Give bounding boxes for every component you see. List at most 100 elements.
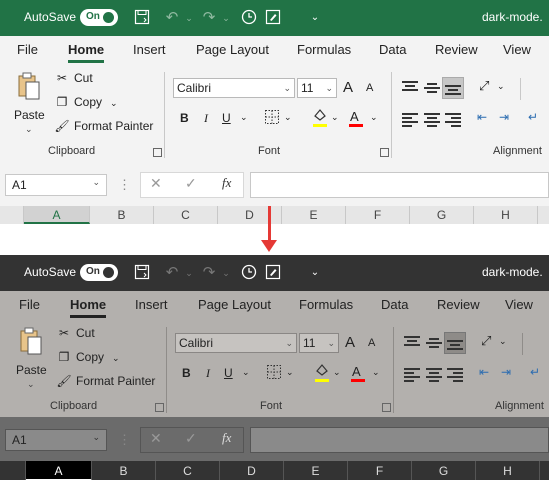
wrap-text-icon[interactable]: ↵ <box>530 365 540 379</box>
bold-button[interactable]: B <box>182 366 191 380</box>
column-header-d[interactable]: D <box>218 206 282 224</box>
select-all-corner[interactable] <box>0 206 24 224</box>
align-top-icon[interactable] <box>404 335 420 349</box>
tab-view[interactable]: View <box>503 42 531 57</box>
autosave-toggle[interactable]: On <box>80 264 118 281</box>
column-header-h[interactable]: H <box>476 461 540 480</box>
font-name-select[interactable]: Calibri ⌄ <box>173 78 295 98</box>
column-header-c[interactable]: C <box>154 206 218 224</box>
align-right-icon[interactable] <box>445 112 461 127</box>
tab-review[interactable]: Review <box>435 42 478 57</box>
font-size-select[interactable]: 11 ⌄ <box>299 333 339 353</box>
autorecover-clock-icon[interactable] <box>240 9 258 27</box>
column-header-b[interactable]: B <box>92 461 156 480</box>
undo-icon[interactable]: ↶ <box>163 9 181 27</box>
font-name-select[interactable]: Calibri ⌄ <box>175 333 297 353</box>
font-size-select[interactable]: 11 ⌄ <box>297 78 337 98</box>
fill-color-icon[interactable] <box>314 363 330 380</box>
align-left-icon[interactable] <box>404 367 420 382</box>
align-center-icon[interactable] <box>426 367 442 382</box>
column-header-h[interactable]: H <box>474 206 538 224</box>
enter-icon[interactable]: ✓ <box>185 175 197 192</box>
font-color-icon[interactable]: A <box>350 109 359 124</box>
cancel-icon[interactable]: ✕ <box>150 175 162 192</box>
copy-dropdown-icon[interactable]: ⌄ <box>112 353 120 363</box>
orientation-icon[interactable]: ⤢ <box>481 333 491 349</box>
cancel-icon[interactable]: ✕ <box>150 430 162 447</box>
enter-icon[interactable]: ✓ <box>185 430 197 447</box>
insert-function-icon[interactable]: fx <box>222 175 231 191</box>
bold-button[interactable]: B <box>180 111 189 125</box>
font-color-icon[interactable]: A <box>352 364 361 379</box>
tab-insert[interactable]: Insert <box>133 42 166 57</box>
cut-button[interactable]: ✂ Cut <box>56 326 95 344</box>
align-left-icon[interactable] <box>402 112 418 127</box>
clipboard-launcher-icon[interactable] <box>153 148 162 157</box>
column-header-a[interactable]: A <box>24 206 90 224</box>
paste-button[interactable]: Paste ⌄ <box>12 72 46 142</box>
copy-button[interactable]: ❐ Copy ⌄ <box>54 95 118 113</box>
undo-icon[interactable]: ↶ <box>163 264 181 282</box>
italic-button[interactable]: I <box>204 111 208 126</box>
name-box[interactable]: A1 ⌄ <box>5 429 107 451</box>
column-header-e[interactable]: E <box>284 461 348 480</box>
tab-home[interactable]: Home <box>68 42 105 63</box>
column-header-e[interactable]: E <box>282 206 346 224</box>
autorecover-clock-icon[interactable] <box>240 264 258 282</box>
format-painter-button[interactable]: 🖌 Format Painter <box>56 374 155 392</box>
paste-dropdown-icon[interactable]: ⌄ <box>25 124 33 135</box>
tab-page-layout[interactable]: Page Layout <box>196 42 269 57</box>
wrap-text-icon[interactable]: ↵ <box>528 110 538 124</box>
redo-dropdown-icon[interactable]: ⌄ <box>217 264 235 282</box>
tab-formulas[interactable]: Formulas <box>297 42 351 57</box>
orientation-dropdown-icon[interactable]: ⌄ <box>499 336 507 347</box>
decrease-indent-icon[interactable]: ⇤ <box>479 365 489 379</box>
resize-handle-icon[interactable]: ⋮ <box>118 177 131 193</box>
align-right-icon[interactable] <box>447 367 463 382</box>
column-header-g[interactable]: G <box>412 461 476 480</box>
align-top-icon[interactable] <box>402 80 418 94</box>
underline-dropdown-icon[interactable]: ⌄ <box>240 112 248 123</box>
paste-button[interactable]: Paste ⌄ <box>14 327 48 397</box>
fill-dropdown-icon[interactable]: ⌄ <box>333 367 341 378</box>
save-icon[interactable] <box>133 264 151 282</box>
align-bottom-icon[interactable] <box>447 337 463 351</box>
redo-icon[interactable]: ↷ <box>200 264 218 282</box>
grow-font-button[interactable]: A <box>343 79 353 96</box>
tab-page-layout[interactable]: Page Layout <box>198 297 271 312</box>
formula-input[interactable] <box>250 172 549 198</box>
format-painter-button[interactable]: 🖌 Format Painter <box>54 119 153 137</box>
insert-function-icon[interactable]: fx <box>222 430 231 446</box>
column-header-g[interactable]: G <box>410 206 474 224</box>
tab-data[interactable]: Data <box>381 297 408 312</box>
decrease-indent-icon[interactable]: ⇤ <box>477 110 487 124</box>
tab-file[interactable]: File <box>17 42 38 57</box>
name-box[interactable]: A1 ⌄ <box>5 174 107 196</box>
tab-data[interactable]: Data <box>379 42 406 57</box>
orientation-dropdown-icon[interactable]: ⌄ <box>497 81 505 92</box>
save-icon[interactable] <box>133 9 151 27</box>
customize-qat-icon[interactable]: ⌄ <box>306 264 324 282</box>
shrink-font-button[interactable]: A <box>366 82 373 94</box>
borders-dropdown-icon[interactable]: ⌄ <box>286 367 294 378</box>
undo-dropdown-icon[interactable]: ⌄ <box>180 9 198 27</box>
resize-handle-icon[interactable]: ⋮ <box>118 432 131 448</box>
borders-icon[interactable] <box>266 364 282 383</box>
increase-indent-icon[interactable]: ⇥ <box>501 365 511 379</box>
shrink-font-button[interactable]: A <box>368 337 375 349</box>
align-middle-icon[interactable] <box>424 81 440 95</box>
column-header-d[interactable]: D <box>220 461 284 480</box>
formula-input[interactable] <box>250 427 549 453</box>
underline-button[interactable]: U <box>222 111 231 125</box>
column-header-f[interactable]: F <box>346 206 410 224</box>
redo-dropdown-icon[interactable]: ⌄ <box>217 9 235 27</box>
cut-button[interactable]: ✂ Cut <box>54 71 93 89</box>
column-header-f[interactable]: F <box>348 461 412 480</box>
borders-dropdown-icon[interactable]: ⌄ <box>284 112 292 123</box>
tab-view[interactable]: View <box>505 297 533 312</box>
italic-button[interactable]: I <box>206 366 210 381</box>
tab-review[interactable]: Review <box>437 297 480 312</box>
redo-icon[interactable]: ↷ <box>200 9 218 27</box>
column-header-b[interactable]: B <box>90 206 154 224</box>
customize-qat-icon[interactable]: ⌄ <box>306 9 324 27</box>
